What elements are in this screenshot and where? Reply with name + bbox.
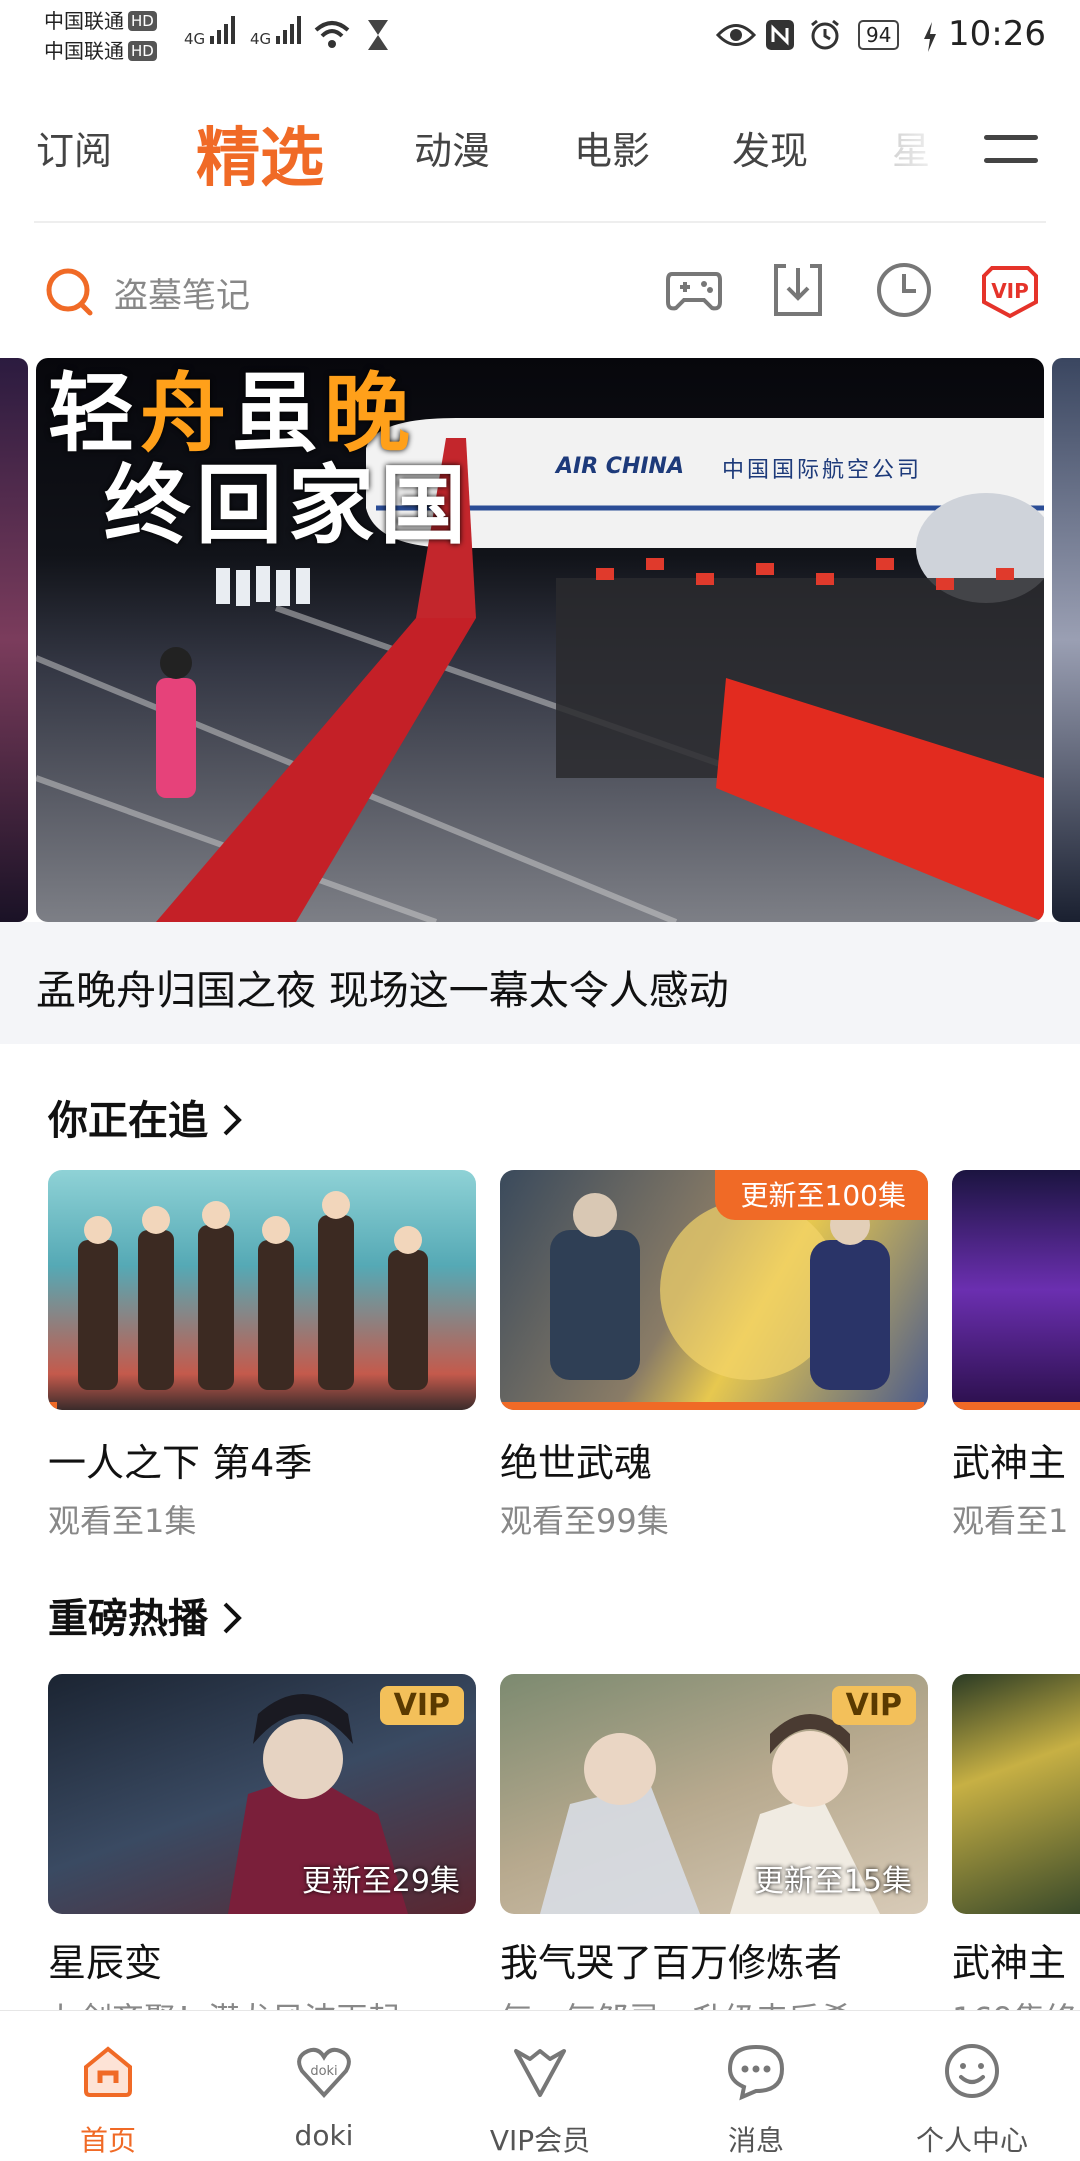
vip-icon[interactable]: VIP <box>980 260 1040 320</box>
section-following-title: 你正在追 <box>48 1098 208 1144</box>
following-card-2-title[interactable]: 绝世武魂 <box>500 1432 652 1487</box>
hot-card-2-title[interactable]: 我气哭了百万修炼者 <box>500 1932 842 1987</box>
following-card-2-image[interactable]: 更新至100集 <box>500 1170 928 1410</box>
nfc-icon <box>766 20 794 50</box>
svg-text:VIP: VIP <box>991 279 1029 303</box>
signal-bars-icon-2 <box>275 16 301 44</box>
banner-next-peek[interactable] <box>1052 358 1080 922</box>
category-tabs: 订阅 精选 动漫 电影 发现 星 <box>0 95 1080 225</box>
tab-movie[interactable]: 电影 <box>574 120 650 175</box>
signal-bars-icon <box>209 16 235 44</box>
history-clock-icon[interactable] <box>874 260 934 320</box>
hd-badge: HD <box>128 11 157 31</box>
hot-card-1-title[interactable]: 星辰变 <box>48 1932 162 1987</box>
hd-badge-2: HD <box>128 41 157 61</box>
nav-doki-label: doki <box>294 2119 354 2152</box>
nav-messages-label: 消息 <box>727 2124 784 2157</box>
hot-card-3-image[interactable] <box>952 1674 1080 1914</box>
battery-level: 94 <box>858 20 900 50</box>
poster-char-3: 虽 <box>232 364 324 464</box>
following-card-1-progress: 观看至1集 <box>48 1502 197 1540</box>
tab-fade <box>880 95 990 225</box>
episode-update-label: 更新至29集 <box>301 1864 460 1899</box>
tab-featured[interactable]: 精选 <box>196 107 324 199</box>
chevron-right-icon <box>223 1602 242 1634</box>
nav-messages[interactable]: 消息 <box>648 2011 864 2161</box>
plane-text: AIR CHINA <box>556 454 684 479</box>
charging-icon <box>924 22 936 52</box>
download-icon[interactable] <box>768 260 828 320</box>
smiley-profile-icon <box>945 2044 999 2098</box>
status-bar: 中国联通 HD 中国联通 HD 4G 4G 94 10:26 <box>0 0 1080 80</box>
nav-vip[interactable]: VIP会员 <box>432 2011 648 2161</box>
vip-badge-2: VIP <box>831 1686 916 1725</box>
alarm-icon <box>811 19 839 50</box>
eye-comfort-icon <box>716 24 756 46</box>
chevron-right-icon <box>223 1104 242 1136</box>
watch-progress-bar <box>48 1402 57 1410</box>
bottom-navigation: 首页 doki doki VIP会员 消息 个人中心 <box>0 2010 1080 2161</box>
hot-card-3-title[interactable]: 武神主 <box>952 1932 1080 1987</box>
nav-doki[interactable]: doki doki <box>216 2011 432 2161</box>
nav-profile-label: 个人中心 <box>915 2124 1028 2157</box>
tabs-divider <box>34 221 1046 223</box>
signal-1: 4G <box>184 16 235 48</box>
tab-discover[interactable]: 发现 <box>732 120 808 175</box>
doki-heart-icon: doki <box>297 2047 351 2098</box>
banner-caption[interactable]: 孟晚舟归国之夜 现场这一幕太令人感动 <box>36 958 729 1016</box>
plane-text-cn: 中国国际航空公司 <box>722 458 923 483</box>
following-card-1-image[interactable] <box>48 1170 476 1410</box>
section-hot-header[interactable]: 重磅热播 <box>48 1586 245 1644</box>
hot-card-1-image[interactable]: VIP 更新至29集 <box>48 1674 476 1914</box>
tab-subscribe[interactable]: 订阅 <box>36 120 112 175</box>
game-controller-icon[interactable] <box>664 260 724 320</box>
carrier-1: 中国联通 <box>44 9 124 33</box>
watch-progress-bar-2 <box>500 1402 924 1410</box>
poster-char-2: 舟 <box>140 364 232 464</box>
nav-profile[interactable]: 个人中心 <box>864 2011 1080 2161</box>
carrier-info: 中国联通 HD 中国联通 HD <box>44 6 157 66</box>
section-following-header[interactable]: 你正在追 <box>48 1088 245 1146</box>
hot-card-2-image[interactable]: VIP 更新至15集 <box>500 1674 928 1914</box>
following-card-2-progress: 观看至99集 <box>500 1502 669 1540</box>
clock: 10:26 <box>948 14 1046 54</box>
nav-vip-label: VIP会员 <box>489 2124 591 2157</box>
poster-line-2: 终回家国 <box>104 456 472 556</box>
vip-crown-icon <box>514 2049 566 2097</box>
update-badge: 更新至100集 <box>714 1170 928 1220</box>
poster-title: 轻舟虽晚 终回家国 <box>48 368 472 552</box>
wifi-icon <box>314 21 350 48</box>
tab-anime[interactable]: 动漫 <box>414 120 490 175</box>
network-type-1: 4G <box>184 30 206 48</box>
carrier-2: 中国联通 <box>44 39 124 63</box>
search-icon[interactable] <box>44 266 96 318</box>
section-hot-title: 重磅热播 <box>48 1596 208 1642</box>
poster-char-1: 轻 <box>48 364 140 464</box>
search-row: 盗墓笔记 VIP <box>0 240 1080 340</box>
hero-banner[interactable]: 轻舟虽晚 终回家国 AIR CHINA 中国国际航空公司 <box>36 358 1044 922</box>
anime-group-art <box>78 1191 428 1390</box>
menu-icon[interactable] <box>984 135 1038 181</box>
signal-2: 4G <box>250 16 301 48</box>
nav-home-label: 首页 <box>79 2124 136 2157</box>
following-card-3-image[interactable] <box>952 1170 1080 1410</box>
home-icon <box>84 2046 132 2097</box>
network-type-2: 4G <box>250 30 272 48</box>
search-input[interactable]: 盗墓笔记 <box>114 268 250 317</box>
poster-char-4: 晚 <box>324 364 416 464</box>
hourglass-icon <box>368 20 388 50</box>
following-card-1-title[interactable]: 一人之下 第4季 <box>48 1432 312 1487</box>
message-bubble-icon <box>727 2044 785 2101</box>
vip-badge: VIP <box>379 1686 464 1725</box>
nav-home[interactable]: 首页 <box>0 2011 216 2161</box>
watch-progress-bar-3 <box>952 1402 1080 1410</box>
banner-prev-peek[interactable] <box>0 358 28 922</box>
episode-update-label-2: 更新至15集 <box>753 1864 912 1899</box>
following-card-3-progress: 观看至1 <box>952 1502 1069 1540</box>
svg-text:doki: doki <box>310 2064 337 2079</box>
following-card-3-title[interactable]: 武神主 <box>952 1432 1080 1487</box>
